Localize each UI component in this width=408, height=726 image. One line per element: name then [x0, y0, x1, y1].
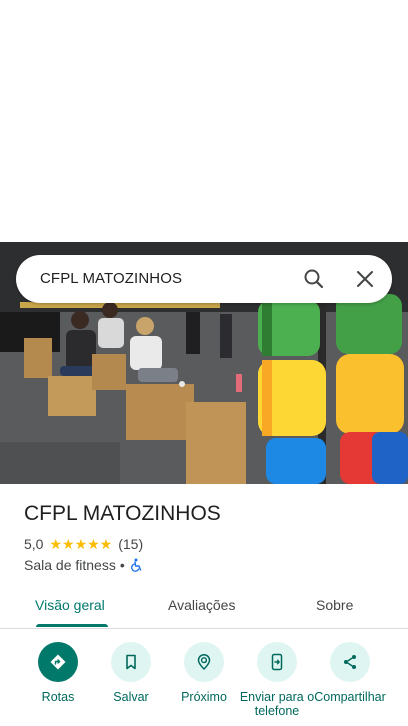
nearby-icon — [184, 642, 224, 682]
share-button[interactable]: Compartilhar — [312, 642, 388, 704]
search-input[interactable]: CFPL MATOZINHOS — [40, 255, 182, 303]
rating-row[interactable]: 5,0 ★★★★★ (15) — [24, 535, 143, 553]
close-icon[interactable] — [353, 267, 377, 291]
star-rating: ★★★★★ — [49, 535, 113, 552]
nearby-button[interactable]: Próximo — [166, 642, 242, 704]
search-bar[interactable]: CFPL MATOZINHOS — [16, 255, 392, 303]
separator: • — [119, 557, 125, 573]
send-to-phone-icon — [257, 642, 297, 682]
directions-button[interactable]: Rotas — [20, 642, 96, 704]
place-category: Sala de fitness — [24, 557, 116, 573]
place-title: CFPL MATOZINHOS — [24, 502, 221, 525]
share-icon — [330, 642, 370, 682]
directions-label: Rotas — [41, 690, 75, 704]
send-to-phone-label: Enviar para o telefone — [239, 690, 315, 718]
tab-reviews[interactable]: Avaliações — [168, 584, 235, 626]
search-icon[interactable] — [302, 267, 326, 291]
place-sheet: CFPL MATOZINHOS CFPL MATOZINHOS 5,0 ★★★★… — [0, 0, 408, 726]
active-tab-indicator — [36, 624, 108, 627]
tab-about[interactable]: Sobre — [316, 584, 353, 626]
review-count: (15) — [118, 536, 144, 552]
bookmark-icon — [111, 642, 151, 682]
save-label: Salvar — [113, 690, 149, 704]
action-bar: Rotas Salvar Próximo Enviar para o telef… — [0, 642, 408, 726]
share-label: Compartilhar — [314, 690, 386, 704]
send-to-phone-button[interactable]: Enviar para o telefone — [239, 642, 315, 718]
directions-icon — [38, 642, 78, 682]
nearby-label: Próximo — [181, 690, 227, 704]
category-row: Sala de fitness • — [24, 556, 143, 574]
place-tabs: Visão geral Avaliações Sobre — [0, 584, 408, 629]
tab-overview[interactable]: Visão geral — [35, 584, 105, 626]
wheelchair-icon — [129, 558, 143, 572]
rating-value: 5,0 — [24, 536, 44, 552]
save-button[interactable]: Salvar — [93, 642, 169, 704]
